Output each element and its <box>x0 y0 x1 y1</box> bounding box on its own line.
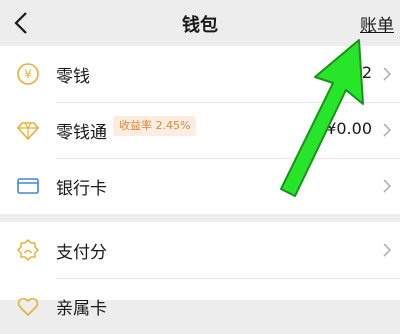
chevron-right-icon <box>383 67 392 81</box>
diamond-icon <box>17 122 39 140</box>
chevron-right-icon <box>383 123 392 137</box>
bill-link[interactable]: 账单 <box>360 11 394 36</box>
yield-rate-badge: 收益率 2.45% <box>113 116 197 136</box>
yuan-coin-icon: ¥ <box>17 63 39 85</box>
list-item-label: 银行卡 <box>56 179 107 199</box>
balance-value: ¥0.22 <box>326 63 372 82</box>
pay-score-icon <box>17 239 39 261</box>
balance-value: ¥0.00 <box>326 119 372 138</box>
page-title: 钱包 <box>182 15 218 36</box>
list-item-label: 亲属卡 <box>56 299 107 319</box>
list-item-family-card[interactable]: 亲属卡 <box>0 278 400 334</box>
list-item-pay-score[interactable]: 支付分 <box>0 222 400 278</box>
list-item-label: 零钱通 <box>56 123 107 143</box>
list-item-bank-card[interactable]: 银行卡 <box>0 158 400 214</box>
list-item-label: 支付分 <box>56 243 107 263</box>
navigation-bar: 钱包 账单 <box>0 0 400 46</box>
bank-card-icon <box>17 178 39 194</box>
svg-text:¥: ¥ <box>24 68 32 82</box>
list-item-change[interactable]: ¥ 零钱 ¥0.22 <box>0 46 400 102</box>
list-item-lingqiantong[interactable]: 零钱通 收益率 2.45% ¥0.00 <box>0 102 400 158</box>
list-item-label: 零钱 <box>56 67 90 87</box>
wallet-list-primary: ¥ 零钱 ¥0.22 零钱通 收益率 2.45% ¥0.00 银行卡 <box>0 46 400 214</box>
chevron-right-icon <box>383 179 392 193</box>
heart-icon <box>17 297 39 317</box>
wallet-list-secondary: 支付分 亲属卡 <box>0 222 400 319</box>
chevron-right-icon <box>383 243 392 257</box>
